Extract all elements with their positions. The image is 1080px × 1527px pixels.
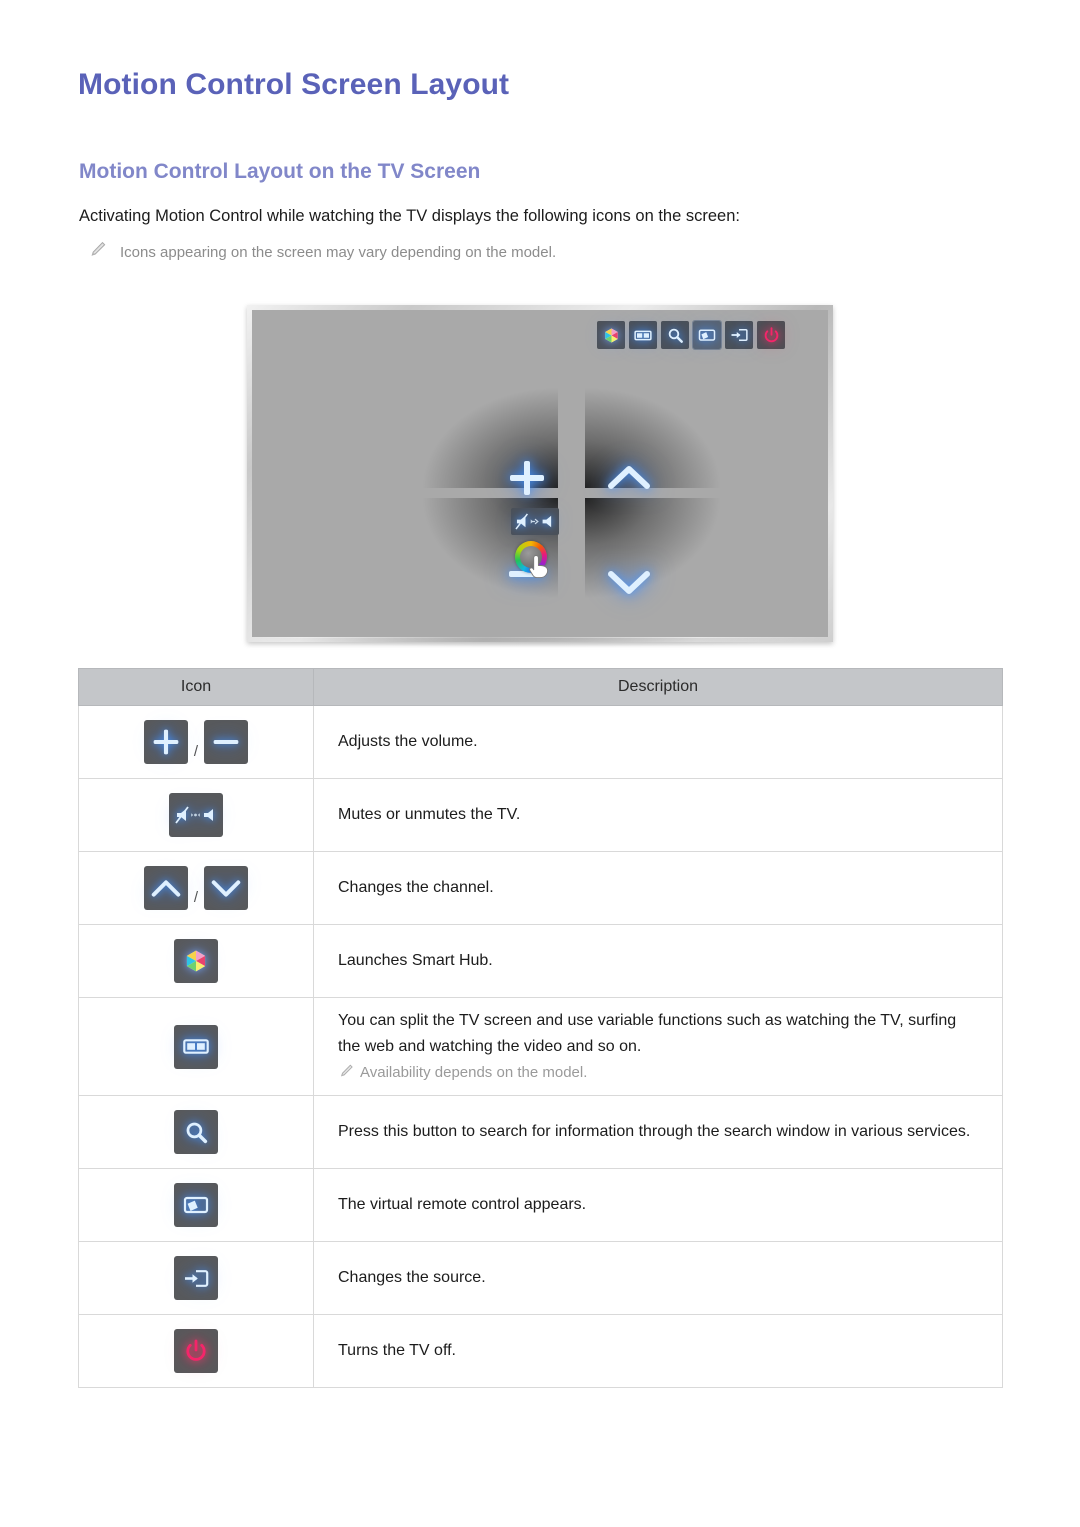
tv-screen [252, 310, 828, 637]
description-cell: You can split the TV screen and use vari… [313, 924, 1003, 998]
icon-cell: / [78, 705, 314, 779]
smart-hub-icon[interactable] [174, 939, 218, 983]
split-screen-icon[interactable] [629, 321, 657, 349]
description-cell: Changes the channel. [313, 851, 1003, 925]
table-row: / Changes the channel. [78, 851, 1003, 925]
split-screen-icon[interactable] [174, 1024, 218, 1069]
channel-up-chevron-icon[interactable] [143, 866, 188, 910]
description-cell: You can split the TV screen and use vari… [313, 996, 1003, 1097]
search-icon[interactable] [174, 1110, 218, 1155]
description-text: You can split the TV screen and use vari… [338, 1012, 957, 1055]
description-text-visible: Launches Smart Hub. [338, 952, 493, 970]
virtual-remote-icon[interactable] [692, 320, 722, 350]
icon-cell [78, 1314, 314, 1389]
icon-description-table: Icon Description / Adjusts the volume. M… [78, 668, 1003, 1389]
virtual-remote-icon[interactable] [174, 1183, 218, 1228]
icon-cell [78, 778, 314, 852]
channel-up-chevron-icon[interactable] [607, 462, 651, 492]
icon-separator: / [193, 888, 199, 906]
tv-shadow [253, 638, 833, 647]
table-row: Turns the TV off. [78, 1314, 1003, 1389]
power-icon[interactable] [174, 1329, 218, 1374]
document-page: Motion Control Screen Layout Motion Cont… [0, 0, 1080, 1527]
column-header-description: Description [313, 668, 1003, 706]
table-header-row: Icon Description [78, 668, 1003, 706]
icon-separator: / [193, 742, 199, 760]
description-cell: Press this button to search for informat… [313, 1095, 1003, 1170]
page-title: Motion Control Screen Layout [78, 68, 510, 101]
pencil-note-icon [341, 1064, 353, 1077]
model-variation-note: Icons appearing on the screen may vary d… [120, 244, 557, 261]
search-icon[interactable] [661, 321, 689, 349]
power-icon[interactable] [757, 321, 785, 349]
volume-down-minus-icon[interactable] [204, 720, 249, 764]
column-header-icon: Icon [78, 668, 314, 706]
smart-hub-icon[interactable] [597, 321, 625, 349]
icon-cell [78, 1095, 314, 1170]
source-icon[interactable] [725, 321, 753, 349]
table-row: You can split the TV screen and use vari… [78, 996, 1003, 1097]
description-cell: Changes the source. [313, 1241, 1003, 1316]
table-row: Changes the source. [78, 1241, 1003, 1316]
source-icon[interactable] [174, 1256, 218, 1301]
mute-toggle-icon[interactable] [169, 793, 223, 837]
pencil-note-icon [91, 241, 106, 256]
table-row: / Adjusts the volume. [78, 705, 1003, 779]
motion-control-tv-illustration [247, 305, 833, 647]
tv-top-icon-bar [597, 320, 785, 350]
volume-up-plus-icon[interactable] [143, 720, 188, 764]
icon-cell [78, 924, 314, 998]
color-wheel-pointer-icon[interactable] [515, 541, 553, 579]
table-row: Press this button to search for informat… [78, 1095, 1003, 1170]
description-cell: Mutes or unmutes the TV. [313, 778, 1003, 852]
table-row: You can split the TV screen and use vari… [78, 924, 1003, 998]
availability-note-text: Availability depends on the model. [360, 1063, 588, 1081]
table-row: The virtual remote control appears. [78, 1168, 1003, 1243]
description-cell: The virtual remote control appears. [313, 1168, 1003, 1243]
volume-up-plus-icon[interactable] [507, 458, 547, 498]
description-cell: Turns the TV off. [313, 1314, 1003, 1389]
channel-down-chevron-icon[interactable] [204, 866, 249, 910]
icon-cell [78, 1241, 314, 1316]
mute-toggle-icon[interactable] [511, 508, 559, 535]
icon-cell: / [78, 851, 314, 925]
intro-paragraph: Activating Motion Control while watching… [79, 207, 740, 225]
availability-note: Availability depends on the model. [338, 1061, 978, 1085]
channel-down-chevron-icon[interactable] [607, 568, 651, 598]
description-cell: Adjusts the volume. [313, 705, 1003, 779]
icon-cell [78, 996, 314, 1097]
icon-cell [78, 1168, 314, 1243]
section-heading: Motion Control Layout on the TV Screen [79, 160, 481, 183]
table-row: Mutes or unmutes the TV. [78, 778, 1003, 852]
